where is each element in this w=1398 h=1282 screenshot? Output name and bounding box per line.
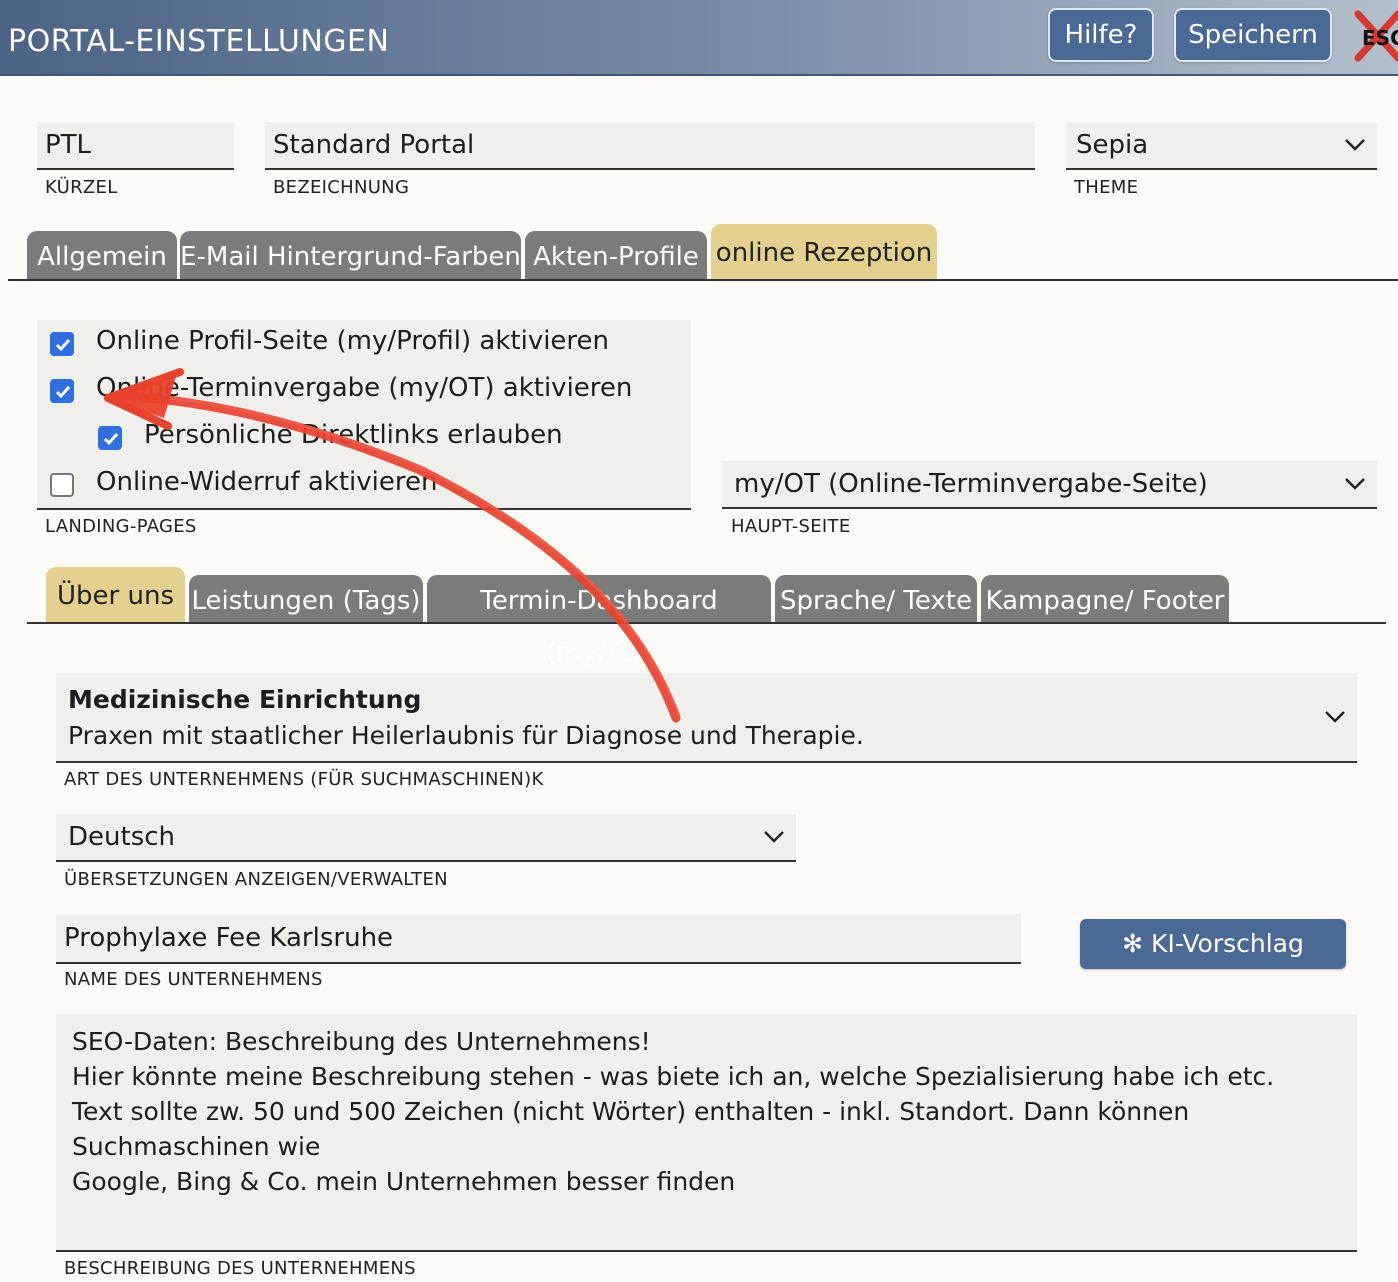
haupt-seite-select[interactable]: my/OT (Online-Terminvergabe-Seite) <box>722 461 1377 509</box>
header-bar: PORTAL-EINSTELLUNGEN Hilfe? Speichern ES… <box>0 0 1398 76</box>
art-unternehmen-description: Praxen mit staatlicher Heilerlaubnis für… <box>68 721 864 750</box>
chevron-down-icon <box>1325 711 1345 723</box>
tab-sprache-texte[interactable]: Sprache/ Texte <box>775 575 977 623</box>
chevron-down-icon <box>764 831 784 843</box>
checkbox-widerruf[interactable] <box>50 473 74 497</box>
tab-divider <box>8 279 1398 281</box>
landing-pages-panel: Online Profil-Seite (my/Profil) aktivier… <box>37 320 691 510</box>
beschreibung-line: SEO-Daten: Beschreibung des Unternehmens… <box>72 1027 651 1056</box>
ki-vorschlag-button[interactable]: ✻ KI-Vorschlag <box>1080 919 1346 969</box>
tab-akten-profile[interactable]: Akten-Profile <box>525 231 707 281</box>
tab-kampagne-footer[interactable]: Kampagne/ Footer <box>981 575 1229 623</box>
checkbox-terminvergabe[interactable] <box>50 379 74 403</box>
haupt-seite-label: HAUPT-SEITE <box>731 516 851 537</box>
art-unternehmen-select[interactable]: Medizinische Einrichtung Praxen mit staa… <box>56 673 1357 763</box>
snowflake-icon: ✻ <box>1122 929 1152 958</box>
tab-allgemein[interactable]: Allgemein <box>27 231 177 281</box>
kuerzel-input[interactable]: PTL <box>37 122 234 170</box>
checkbox-label: Online-Terminvergabe (my/OT) aktivieren <box>96 373 633 403</box>
bezeichnung-label: BEZEICHNUNG <box>273 177 410 198</box>
subtab-divider <box>27 622 1386 624</box>
beschreibung-line: Google, Bing & Co. mein Unternehmen bess… <box>72 1167 736 1196</box>
ki-vorschlag-label: KI-Vorschlag <box>1151 929 1304 958</box>
uebersetzungen-value: Deutsch <box>68 822 176 852</box>
check-icon <box>103 433 119 446</box>
tab-termin-dashboard[interactable]: Termin-Dashboard (my/TD) <box>427 575 771 668</box>
bezeichnung-input[interactable]: Standard Portal <box>265 122 1035 170</box>
check-icon <box>55 339 71 352</box>
art-unternehmen-label: ART DES UNTERNEHMENS (FÜR SUCHMASCHINEN)… <box>64 769 544 790</box>
tab-online-rezeption[interactable]: online Rezeption <box>711 224 937 280</box>
beschreibung-line: Hier könnte meine Beschreibung stehen - … <box>72 1062 1275 1091</box>
beschreibung-label: BESCHREIBUNG DES UNTERNEHMENS <box>64 1258 416 1279</box>
uebersetzungen-select[interactable]: Deutsch <box>56 814 796 862</box>
esc-label: ESC <box>1362 26 1398 50</box>
name-unternehmen-input[interactable]: Prophylaxe Fee Karlsruhe <box>56 914 1021 964</box>
chevron-down-icon <box>1345 139 1365 151</box>
landing-pages-label: LANDING-PAGES <box>45 516 197 537</box>
theme-select[interactable]: Sepia <box>1066 122 1377 170</box>
checkbox-direktlinks[interactable] <box>98 426 122 450</box>
save-button[interactable]: Speichern <box>1174 8 1332 62</box>
tab-email-hintergrund-farben[interactable]: E-Mail Hintergrund-Farben <box>180 231 521 281</box>
haupt-seite-value: my/OT (Online-Terminvergabe-Seite) <box>734 469 1208 499</box>
esc-button[interactable]: ESC <box>1354 10 1398 62</box>
name-unternehmen-label: NAME DES UNTERNEHMENS <box>64 969 323 990</box>
tab-ueber-uns[interactable]: Über uns <box>46 567 185 623</box>
check-icon <box>55 386 71 399</box>
art-unternehmen-title: Medizinische Einrichtung <box>68 685 422 714</box>
kuerzel-label: KÜRZEL <box>45 177 118 198</box>
theme-label: THEME <box>1074 177 1139 198</box>
checkbox-label: Online Profil-Seite (my/Profil) aktivier… <box>96 326 610 356</box>
help-button[interactable]: Hilfe? <box>1048 8 1154 62</box>
chevron-down-icon <box>1345 478 1365 490</box>
checkbox-label: Persönliche Direktlinks erlauben <box>144 420 563 450</box>
uebersetzungen-label: ÜBERSETZUNGEN ANZEIGEN/VERWALTEN <box>64 869 448 890</box>
checkbox-label: Online-Widerruf aktivieren <box>96 467 438 497</box>
page-title: PORTAL-EINSTELLUNGEN <box>8 24 390 59</box>
beschreibung-textarea[interactable]: SEO-Daten: Beschreibung des Unternehmens… <box>56 1014 1357 1252</box>
tab-leistungen[interactable]: Leistungen (Tags) <box>189 575 423 623</box>
beschreibung-line: Text sollte zw. 50 und 500 Zeichen (nich… <box>72 1097 1190 1161</box>
checkbox-profil-seite[interactable] <box>50 332 74 356</box>
theme-value: Sepia <box>1076 130 1149 160</box>
